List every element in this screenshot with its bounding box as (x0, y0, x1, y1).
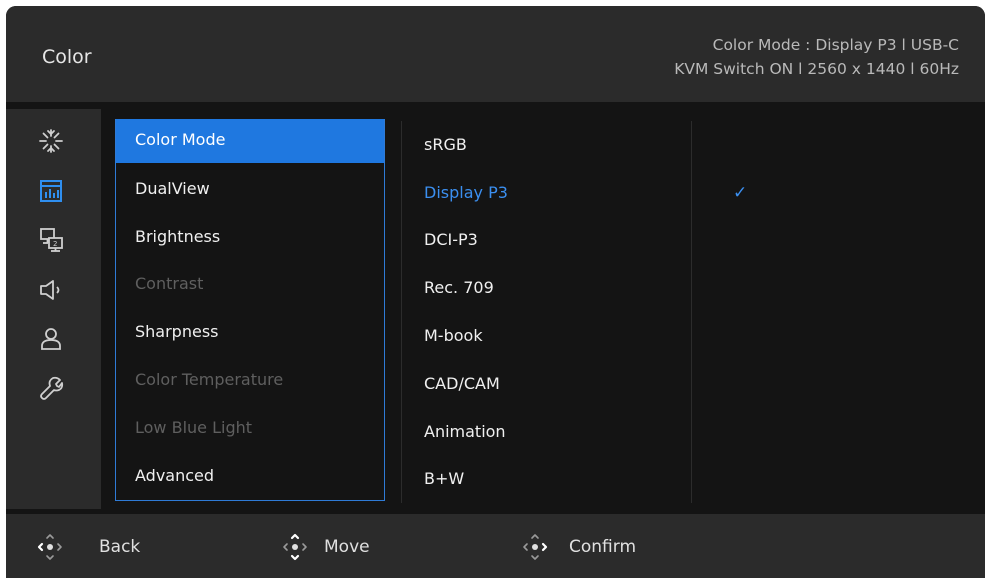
status-info: Color Mode : Display P3 l USB-C KVM Swit… (674, 33, 959, 81)
status-line-2: KVM Switch ON l 2560 x 1440 l 60Hz (674, 60, 959, 78)
header-bar: Color Color Mode : Display P3 l USB-C KV… (6, 6, 985, 102)
svg-text:2: 2 (53, 240, 57, 248)
option-display-p3[interactable]: Display P3 (424, 172, 508, 214)
option-srgb[interactable]: sRGB (424, 124, 467, 166)
option-dci-p3[interactable]: DCI-P3 (424, 219, 478, 261)
divider (401, 121, 402, 503)
menu-item-sharpness[interactable]: Sharpness (116, 311, 384, 353)
option-cad-cam[interactable]: CAD/CAM (424, 363, 500, 405)
option-animation[interactable]: Animation (424, 411, 506, 453)
joystick-confirm-icon (520, 532, 550, 562)
footer-bar: Back Move Confirm (6, 514, 985, 578)
option-b-w[interactable]: B+W (424, 458, 464, 500)
menu-item-low-blue-light: Low Blue Light (135, 418, 253, 437)
menu-item-contrast: Contrast (135, 274, 204, 293)
menu-item-dualview[interactable]: DualView (116, 168, 384, 210)
option-rec-709[interactable]: Rec. 709 (424, 267, 494, 309)
footer-confirm-label: Confirm (569, 537, 637, 557)
settings-menu: Color Mode DualView Brightness Contrast … (115, 119, 385, 501)
joystick-left-icon (35, 532, 65, 562)
option-m-book[interactable]: M-book (424, 315, 483, 357)
content-area: Color Mode DualView Brightness Contrast … (101, 109, 985, 509)
menu-item-color-temperature: Color Temperature (135, 370, 284, 389)
speaker-icon[interactable] (37, 276, 65, 304)
footer-back-label: Back (99, 537, 141, 557)
color-chart-icon[interactable] (37, 177, 65, 205)
joystick-move-icon (280, 532, 310, 562)
checkmark-icon: ✓ (733, 183, 748, 203)
menu-item-advanced[interactable]: Advanced (116, 455, 384, 497)
multi-display-icon[interactable]: 2 (37, 225, 65, 253)
footer-move-label: Move (324, 537, 370, 557)
menu-item-brightness[interactable]: Brightness (116, 216, 384, 258)
status-line-1: Color Mode : Display P3 l USB-C (712, 36, 959, 54)
page-title: Color (42, 46, 92, 68)
user-icon[interactable] (37, 325, 65, 353)
wrench-icon[interactable] (37, 374, 65, 402)
sidebar: 2 (6, 109, 101, 509)
osd-window: Color Color Mode : Display P3 l USB-C KV… (6, 6, 985, 578)
menu-item-color-mode[interactable]: Color Mode (116, 119, 384, 163)
divider (691, 121, 692, 503)
picture-sparkle-icon[interactable] (37, 127, 65, 155)
